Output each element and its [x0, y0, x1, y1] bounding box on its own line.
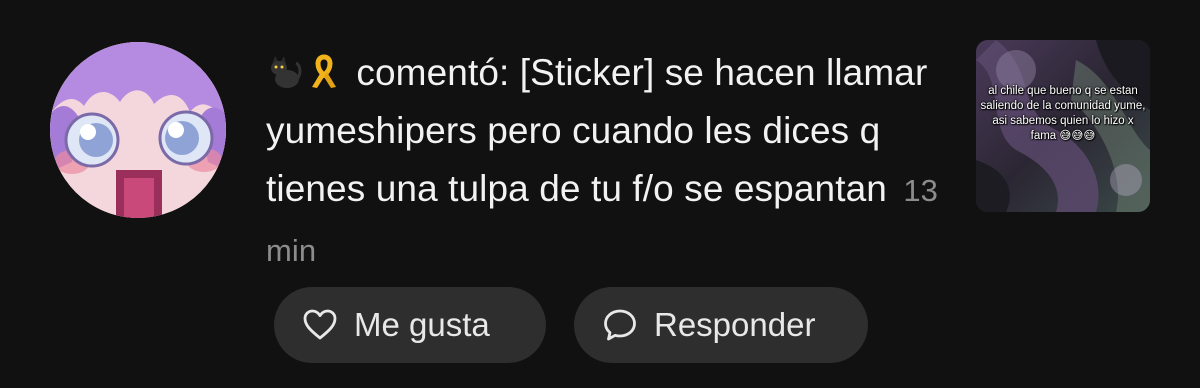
comment-action: comentó:: [356, 52, 510, 93]
like-button[interactable]: Me gusta: [274, 287, 546, 363]
thumbnail-caption: al chile que bueno q se estan saliendo d…: [980, 85, 1146, 142]
reply-label: Responder: [654, 306, 816, 343]
heart-icon: [302, 307, 338, 343]
comment-notification[interactable]: comentó: [Sticker] se hacen llamar yumes…: [0, 0, 1200, 388]
like-label: Me gusta: [354, 306, 490, 343]
reply-button[interactable]: Responder: [574, 287, 868, 363]
avatar[interactable]: [50, 42, 226, 218]
avatar-illustration: [50, 42, 226, 218]
awareness-ribbon-icon: [306, 51, 342, 91]
chat-bubble-icon: [602, 307, 638, 343]
post-thumbnail[interactable]: al chile que bueno q se estan saliendo d…: [976, 40, 1150, 212]
black-cat-icon: [266, 51, 302, 91]
comment-text: comentó: [Sticker] se hacen llamar yumes…: [266, 44, 946, 280]
comment-actions: Me gusta Responder: [274, 287, 868, 363]
